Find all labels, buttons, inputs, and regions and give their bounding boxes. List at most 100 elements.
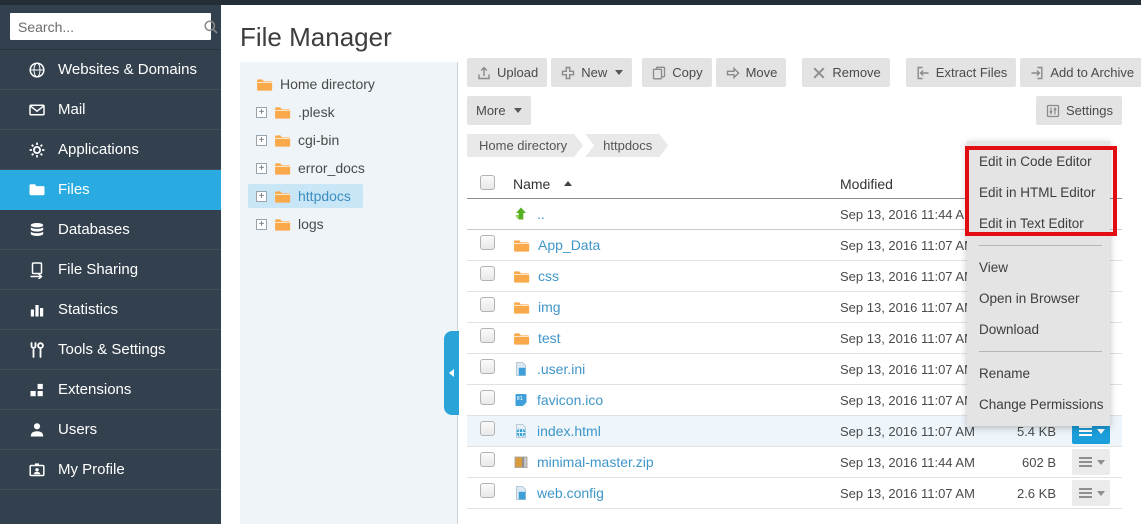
breadcrumb-home-directory[interactable]: Home directory: [467, 134, 583, 157]
menu-item-edit-in-text-editor[interactable]: Edit in Text Editor: [967, 208, 1110, 239]
row-checkbox[interactable]: [480, 483, 495, 498]
file-link[interactable]: favicon.ico: [537, 392, 603, 408]
row-actions-menu-button[interactable]: [1072, 480, 1110, 506]
row-actions-menu-button[interactable]: [1072, 449, 1110, 475]
sidebar-item-websites-domains[interactable]: Websites & Domains: [0, 50, 221, 90]
upload-button[interactable]: Upload: [467, 58, 547, 87]
folder-icon: [513, 331, 530, 346]
more-button[interactable]: More: [467, 96, 531, 125]
expand-icon[interactable]: +: [256, 219, 267, 230]
tree-item-httpdocs[interactable]: + httpdocs: [240, 182, 457, 210]
tree-item-plesk[interactable]: + .plesk: [240, 98, 457, 126]
file-share-icon: [26, 261, 47, 279]
tree-collapse-handle[interactable]: [444, 331, 459, 415]
add-to-archive-button[interactable]: Add to Archive: [1020, 58, 1141, 87]
file-size: 2.6 KB: [996, 486, 1056, 501]
row-checkbox[interactable]: [480, 235, 495, 250]
sidebar-search: [10, 13, 211, 40]
menu-item-download[interactable]: Download: [967, 314, 1110, 345]
plus-icon: [560, 65, 576, 81]
menu-item-edit-in-html-editor[interactable]: Edit in HTML Editor: [967, 177, 1110, 208]
row-checkbox[interactable]: [480, 328, 495, 343]
row-checkbox[interactable]: [480, 390, 495, 405]
row-checkbox[interactable]: [480, 452, 495, 467]
file-size: 602 B: [996, 455, 1056, 470]
hamburger-icon: [1078, 456, 1093, 468]
search-icon[interactable]: [203, 19, 219, 35]
menu-item-change-permissions[interactable]: Change Permissions: [967, 389, 1110, 420]
folder-icon: [274, 105, 291, 120]
top-bar: [0, 0, 1141, 5]
chevron-down-icon: [1097, 429, 1105, 434]
tree-item-home-directory[interactable]: Home directory: [240, 70, 457, 98]
sidebar-item-label: Extensions: [58, 381, 131, 398]
modified-date: Sep 13, 2016 11:07 AM: [840, 486, 996, 501]
move-button[interactable]: Move: [716, 58, 787, 87]
button-label: Copy: [672, 65, 702, 80]
folder-icon: [274, 161, 291, 176]
row-checkbox[interactable]: [480, 297, 495, 312]
select-all-checkbox[interactable]: [480, 175, 495, 190]
sidebar-item-label: Applications: [58, 141, 139, 158]
sidebar-item-applications[interactable]: Applications: [0, 130, 221, 170]
expand-icon[interactable]: +: [256, 135, 267, 146]
file-link[interactable]: test: [538, 330, 561, 346]
sidebar: Websites & Domains Mail Applications Fil…: [0, 5, 221, 524]
sort-ascending-icon: [564, 181, 572, 186]
new-button[interactable]: New: [551, 58, 632, 87]
settings-button[interactable]: Settings: [1036, 96, 1122, 125]
arrow-right-icon: [725, 65, 741, 81]
sidebar-item-statistics[interactable]: Statistics: [0, 290, 221, 330]
row-minimal-master-zip: minimal-master.zip Sep 13, 2016 11:44 AM…: [467, 447, 1122, 478]
file-link[interactable]: ..: [537, 206, 545, 222]
tree-item-logs[interactable]: + logs: [240, 210, 457, 238]
sidebar-item-file-sharing[interactable]: File Sharing: [0, 250, 221, 290]
folder-icon: [274, 217, 291, 232]
id-badge-icon: [26, 461, 47, 479]
remove-x-icon: [811, 65, 827, 81]
sidebar-item-files[interactable]: Files: [0, 170, 221, 210]
expand-icon[interactable]: +: [256, 107, 267, 118]
column-header-name[interactable]: Name: [513, 176, 840, 192]
chevron-down-icon: [615, 70, 623, 75]
sidebar-item-my-profile[interactable]: My Profile: [0, 450, 221, 490]
extract-files-button[interactable]: Extract Files: [906, 58, 1017, 87]
zip-archive-icon: [513, 454, 529, 470]
file-link[interactable]: index.html: [537, 423, 601, 439]
tree-item-label: error_docs: [298, 160, 365, 176]
file-link[interactable]: css: [538, 268, 559, 284]
sidebar-item-users[interactable]: Users: [0, 410, 221, 450]
breadcrumb-httpdocs[interactable]: httpdocs: [585, 134, 668, 157]
tree-item-label: cgi-bin: [298, 132, 339, 148]
menu-item-view[interactable]: View: [967, 252, 1110, 283]
plesk-file-manager: Websites & Domains Mail Applications Fil…: [0, 0, 1141, 524]
sidebar-item-mail[interactable]: Mail: [0, 90, 221, 130]
toolbar-row-2: More Settings: [467, 96, 1122, 125]
file-link[interactable]: minimal-master.zip: [537, 454, 654, 470]
sidebar-item-label: Files: [58, 181, 90, 198]
expand-icon[interactable]: +: [256, 163, 267, 174]
remove-button[interactable]: Remove: [802, 58, 889, 87]
directory-tree-panel: Home directory + .plesk + cgi-bin + erro…: [240, 62, 458, 524]
expand-icon[interactable]: +: [256, 191, 267, 202]
tree-item-cgi-bin[interactable]: + cgi-bin: [240, 126, 457, 154]
copy-button[interactable]: Copy: [642, 58, 711, 87]
menu-item-open-in-browser[interactable]: Open in Browser: [967, 283, 1110, 314]
folder-icon: [274, 133, 291, 148]
menu-item-edit-in-code-editor[interactable]: Edit in Code Editor: [967, 146, 1110, 177]
sidebar-item-label: Users: [58, 421, 97, 438]
row-checkbox[interactable]: [480, 266, 495, 281]
folder-icon: [26, 181, 47, 199]
row-checkbox[interactable]: [480, 421, 495, 436]
sidebar-item-databases[interactable]: Databases: [0, 210, 221, 250]
file-link[interactable]: web.config: [537, 485, 604, 501]
menu-item-rename[interactable]: Rename: [967, 358, 1110, 389]
sidebar-item-extensions[interactable]: Extensions: [0, 370, 221, 410]
file-link[interactable]: .user.ini: [537, 361, 585, 377]
file-link[interactable]: App_Data: [538, 237, 600, 253]
tree-item-error-docs[interactable]: + error_docs: [240, 154, 457, 182]
file-link[interactable]: img: [538, 299, 561, 315]
search-input[interactable]: [10, 19, 203, 35]
sidebar-item-tools-settings[interactable]: Tools & Settings: [0, 330, 221, 370]
row-checkbox[interactable]: [480, 359, 495, 374]
